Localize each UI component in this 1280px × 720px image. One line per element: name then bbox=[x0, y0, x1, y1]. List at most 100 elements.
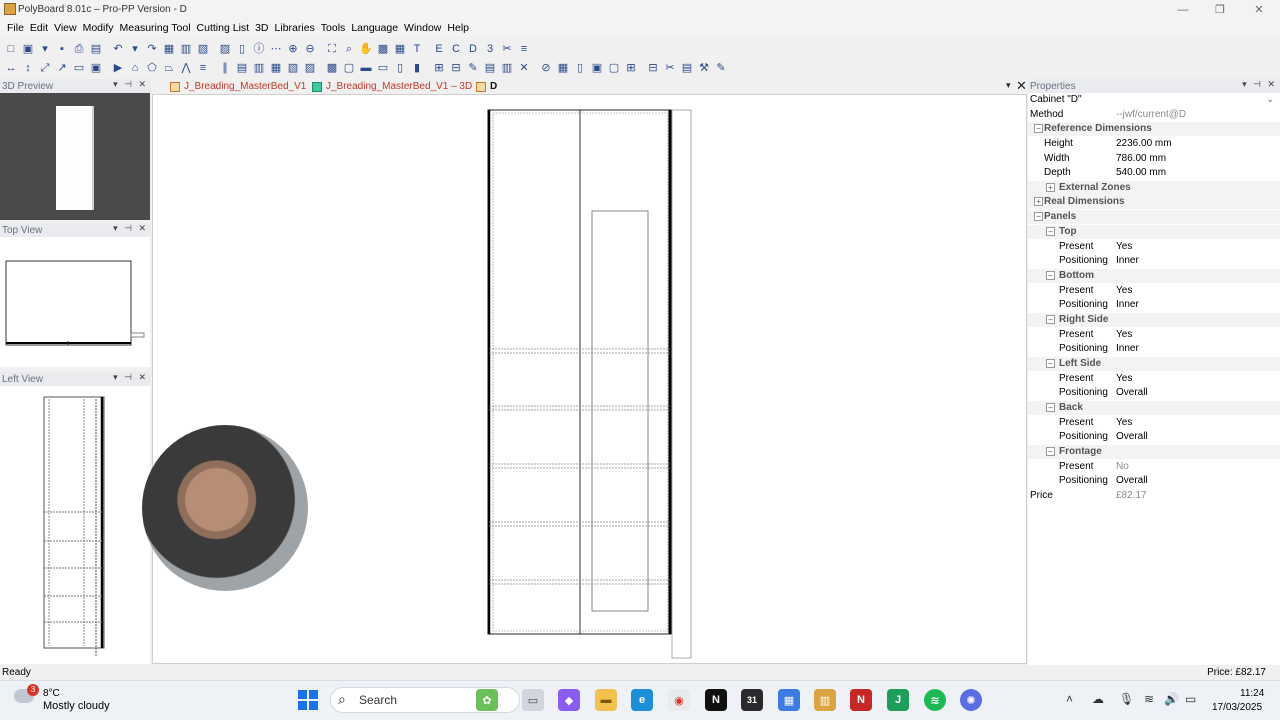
print-preview-icon[interactable]: ▤ bbox=[88, 41, 104, 57]
menu-cutting-list[interactable]: Cutting List bbox=[194, 20, 253, 37]
close-tab-button[interactable]: ✕ bbox=[1016, 78, 1027, 94]
menu-help[interactable]: Help bbox=[444, 20, 472, 37]
new-file-icon[interactable]: □ bbox=[3, 41, 19, 57]
tool-9-icon[interactable]: ⬠ bbox=[144, 60, 160, 76]
tool-24-icon[interactable]: ▮ bbox=[409, 60, 425, 76]
undo-dropdown-icon[interactable]: ▾ bbox=[127, 41, 143, 57]
panel-controls[interactable]: ▾ ⊣ ✕ bbox=[113, 372, 148, 383]
notion-icon[interactable]: N bbox=[705, 689, 727, 711]
collapse-icon[interactable]: − bbox=[1046, 403, 1055, 412]
tool-2-icon[interactable]: ↕ bbox=[20, 60, 36, 76]
cabinet-front-icon[interactable]: ▧ bbox=[195, 41, 211, 57]
clock-time[interactable]: 11:24 bbox=[1240, 688, 1264, 699]
tool-32-icon[interactable]: ▦ bbox=[555, 60, 571, 76]
tool-8-icon[interactable]: ⌂ bbox=[127, 60, 143, 76]
collapse-icon[interactable]: − bbox=[1034, 212, 1043, 221]
widgets-icon[interactable]: ✿ bbox=[476, 689, 498, 711]
tool-29-icon[interactable]: ▥ bbox=[499, 60, 515, 76]
tool-18-icon[interactable]: ▨ bbox=[302, 60, 318, 76]
close-window-button[interactable]: ✕ bbox=[1244, 2, 1274, 18]
section-reference-dimensions[interactable]: − Reference Dimensions bbox=[1028, 122, 1280, 136]
tool-28-icon[interactable]: ▤ bbox=[482, 60, 498, 76]
expand-icon[interactable]: + bbox=[1034, 197, 1043, 206]
tool-30-icon[interactable]: ✕ bbox=[516, 60, 532, 76]
open-icon[interactable]: ▣ bbox=[20, 41, 36, 57]
tool-38-icon[interactable]: ✂ bbox=[662, 60, 678, 76]
green-app-icon[interactable]: J bbox=[887, 689, 909, 711]
collapse-icon[interactable]: − bbox=[1046, 315, 1055, 324]
export-erp-icon[interactable]: E bbox=[431, 41, 447, 57]
tool-10-icon[interactable]: ⏢ bbox=[161, 60, 177, 76]
display-icon[interactable]: ▩ bbox=[375, 41, 391, 57]
tool-34-icon[interactable]: ▣ bbox=[589, 60, 605, 76]
tool-41-icon[interactable]: ✎ bbox=[713, 60, 729, 76]
door-icon[interactable]: ▯ bbox=[234, 41, 250, 57]
tool-40-icon[interactable]: ⚒ bbox=[696, 60, 712, 76]
panel-controls[interactable]: ▾ ⊣ ✕ bbox=[113, 79, 148, 90]
export-3ds-icon[interactable]: 3 bbox=[482, 41, 498, 57]
windows-start-button[interactable] bbox=[298, 690, 318, 710]
tab-masterbed-3d[interactable]: J_Breading_MasterBed_V1 – 3D bbox=[312, 79, 472, 94]
tool-16-icon[interactable]: ▦ bbox=[268, 60, 284, 76]
volume-icon[interactable]: 🔊 bbox=[1164, 692, 1179, 706]
grid-icon[interactable]: ▦ bbox=[392, 41, 408, 57]
section-back-panel[interactable]: − Back bbox=[1028, 401, 1280, 415]
cabinet-front-view-canvas[interactable] bbox=[152, 94, 1027, 664]
tab-masterbed[interactable]: J_Breading_MasterBed_V1 bbox=[170, 79, 306, 94]
section-right-side-panel[interactable]: − Right Side bbox=[1028, 313, 1280, 327]
collapse-icon[interactable]: − bbox=[1046, 227, 1055, 236]
spotify-icon[interactable]: ≋ bbox=[924, 689, 946, 711]
tool-35-icon[interactable]: ▢ bbox=[606, 60, 622, 76]
microphone-icon[interactable]: 🎙 bbox=[1119, 692, 1134, 706]
menu-view[interactable]: View bbox=[51, 20, 80, 37]
tool-26-icon[interactable]: ⊟ bbox=[448, 60, 464, 76]
menu-tools[interactable]: Tools bbox=[318, 20, 349, 37]
chrome-browser-icon[interactable]: ◉ bbox=[668, 689, 690, 711]
collapse-icon[interactable]: − bbox=[1034, 124, 1043, 133]
wifi-icon[interactable]: ≋ bbox=[1144, 692, 1154, 706]
tool-22-icon[interactable]: ▭ bbox=[375, 60, 391, 76]
left-view-viewport[interactable] bbox=[0, 386, 150, 664]
task-view-icon[interactable]: ▭ bbox=[522, 689, 544, 711]
property-top-present[interactable]: Present Yes bbox=[1028, 240, 1280, 254]
undo-icon[interactable]: ↶ bbox=[110, 41, 126, 57]
info-icon[interactable]: ⓘ bbox=[251, 41, 267, 57]
tool-1-icon[interactable]: ↔ bbox=[3, 60, 19, 76]
minimize-button[interactable]: — bbox=[1168, 2, 1198, 18]
property-bottom-present[interactable]: Present Yes bbox=[1028, 284, 1280, 298]
battery-icon[interactable]: ▭ bbox=[1185, 692, 1196, 706]
settings-gear-icon[interactable]: ✺ bbox=[960, 689, 982, 711]
optimise-icon[interactable]: ≡ bbox=[516, 41, 532, 57]
tool-15-icon[interactable]: ▥ bbox=[251, 60, 267, 76]
property-bottom-positioning[interactable]: Positioning Inner bbox=[1028, 298, 1280, 312]
tool-33-icon[interactable]: ▯ bbox=[572, 60, 588, 76]
tool-19-icon[interactable]: ▩ bbox=[324, 60, 340, 76]
property-back-positioning[interactable]: Positioning Overall bbox=[1028, 430, 1280, 444]
save-icon[interactable]: ▪ bbox=[54, 41, 70, 57]
tool-11-icon[interactable]: ⋀ bbox=[178, 60, 194, 76]
options-icon[interactable]: ⋯ bbox=[268, 41, 284, 57]
property-width[interactable]: Width 786.00 mm bbox=[1028, 152, 1280, 166]
tool-7-icon[interactable]: ▶ bbox=[110, 60, 126, 76]
weather-temperature[interactable]: 8°C bbox=[43, 688, 60, 699]
tool-23-icon[interactable]: ▯ bbox=[392, 60, 408, 76]
section-bottom-panel[interactable]: − Bottom bbox=[1028, 269, 1280, 283]
panel-controls[interactable]: ▾ ⊣ ✕ bbox=[113, 223, 148, 234]
object-selector[interactable]: Cabinet "D" ⌄ bbox=[1028, 94, 1280, 107]
tool-17-icon[interactable]: ▧ bbox=[285, 60, 301, 76]
section-top-panel[interactable]: − Top bbox=[1028, 225, 1280, 239]
property-frontage-present[interactable]: Present No bbox=[1028, 460, 1280, 474]
cabinet-icon[interactable]: ▦ bbox=[161, 41, 177, 57]
tool-36-icon[interactable]: ⊞ bbox=[623, 60, 639, 76]
tool-13-icon[interactable]: ∥ bbox=[217, 60, 233, 76]
tool-27-icon[interactable]: ✎ bbox=[465, 60, 481, 76]
tray-overflow-chevron-icon[interactable]: ˄ bbox=[1066, 692, 1073, 706]
menu-modify[interactable]: Modify bbox=[80, 20, 117, 37]
section-external-zones[interactable]: + External Zones bbox=[1028, 181, 1280, 195]
calendar-icon[interactable]: 31 bbox=[741, 689, 763, 711]
property-price[interactable]: Price £82.17 bbox=[1028, 489, 1280, 503]
copilot-icon[interactable]: ◆ bbox=[558, 689, 580, 711]
edge-browser-icon[interactable]: e bbox=[631, 689, 653, 711]
menu-file[interactable]: File bbox=[4, 20, 27, 37]
tool-4-icon[interactable]: ↗ bbox=[54, 60, 70, 76]
